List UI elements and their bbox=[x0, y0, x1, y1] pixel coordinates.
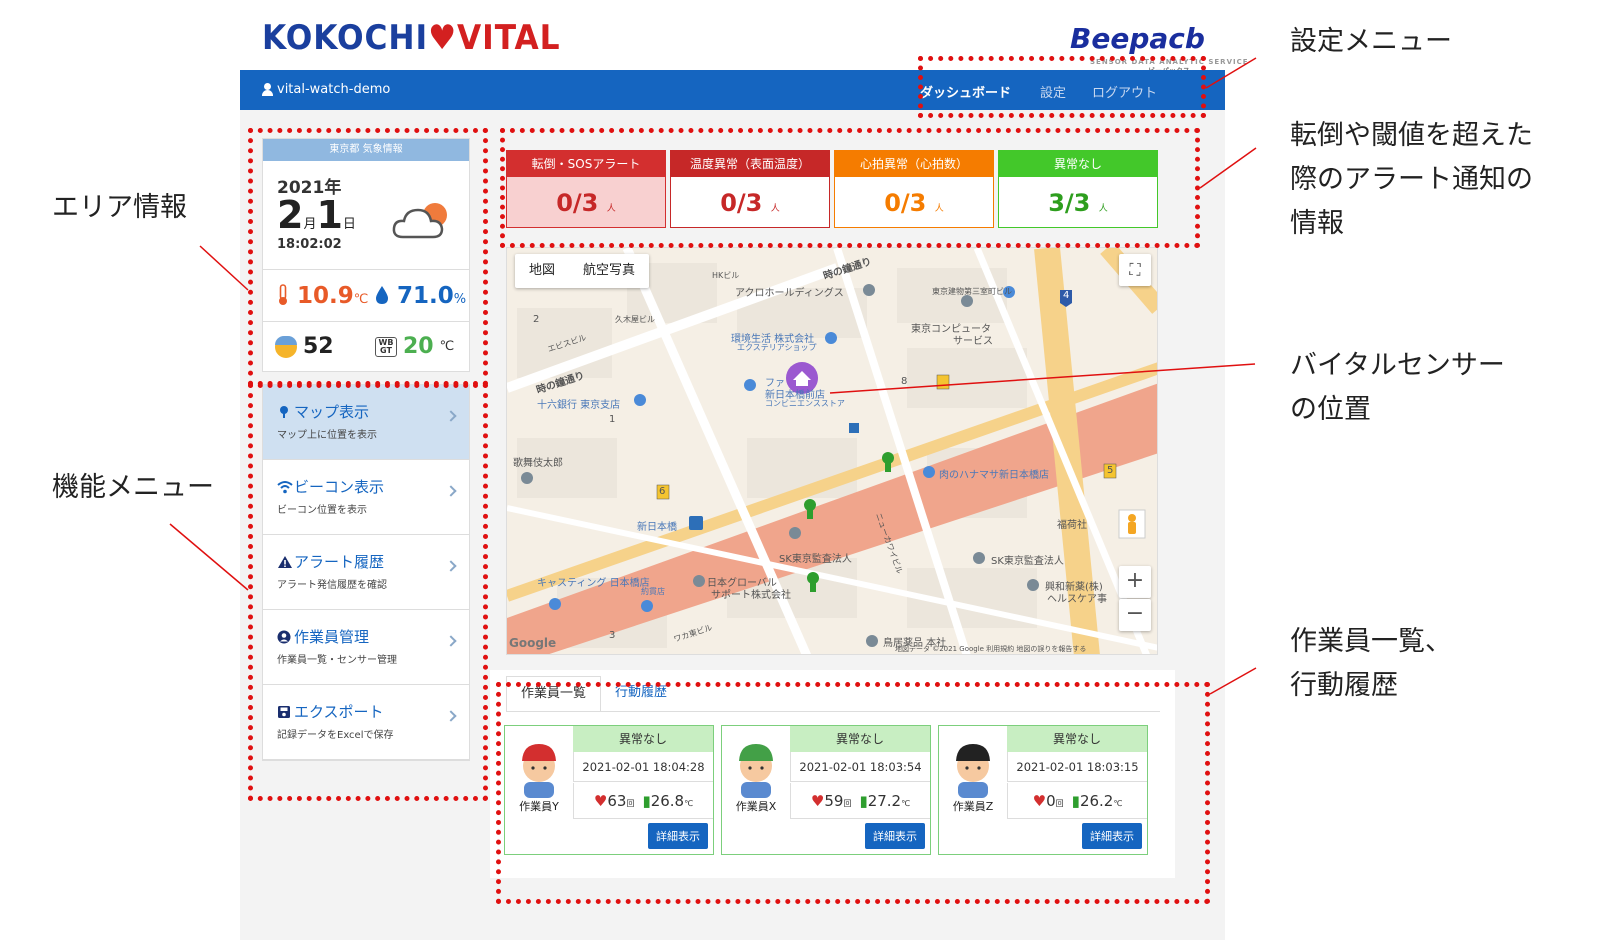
annotation-settings-menu: 設定メニュー bbox=[1290, 26, 1452, 57]
annotation-sensor-position: の位置 bbox=[1290, 394, 1371, 425]
annotation-alert-info: 際のアラート通知の bbox=[1290, 164, 1533, 195]
annotation-worker-list: 作業員一覧、 bbox=[1290, 626, 1452, 657]
stage: KOKOCHI♥VITAL Beepacb SENSOR DATA ANALYT… bbox=[0, 0, 1600, 940]
annotation-alert-info: 情報 bbox=[1290, 208, 1344, 239]
annotation-sensor-position: バイタルセンサー bbox=[1290, 350, 1505, 381]
annotation-function-menu: 機能メニュー bbox=[52, 472, 214, 503]
annotation-alert-info: 転倒や閾値を超えた bbox=[1290, 120, 1533, 151]
annotation-area-info: エリア情報 bbox=[52, 192, 187, 223]
annotation-worker-list: 行動履歴 bbox=[1290, 670, 1398, 701]
